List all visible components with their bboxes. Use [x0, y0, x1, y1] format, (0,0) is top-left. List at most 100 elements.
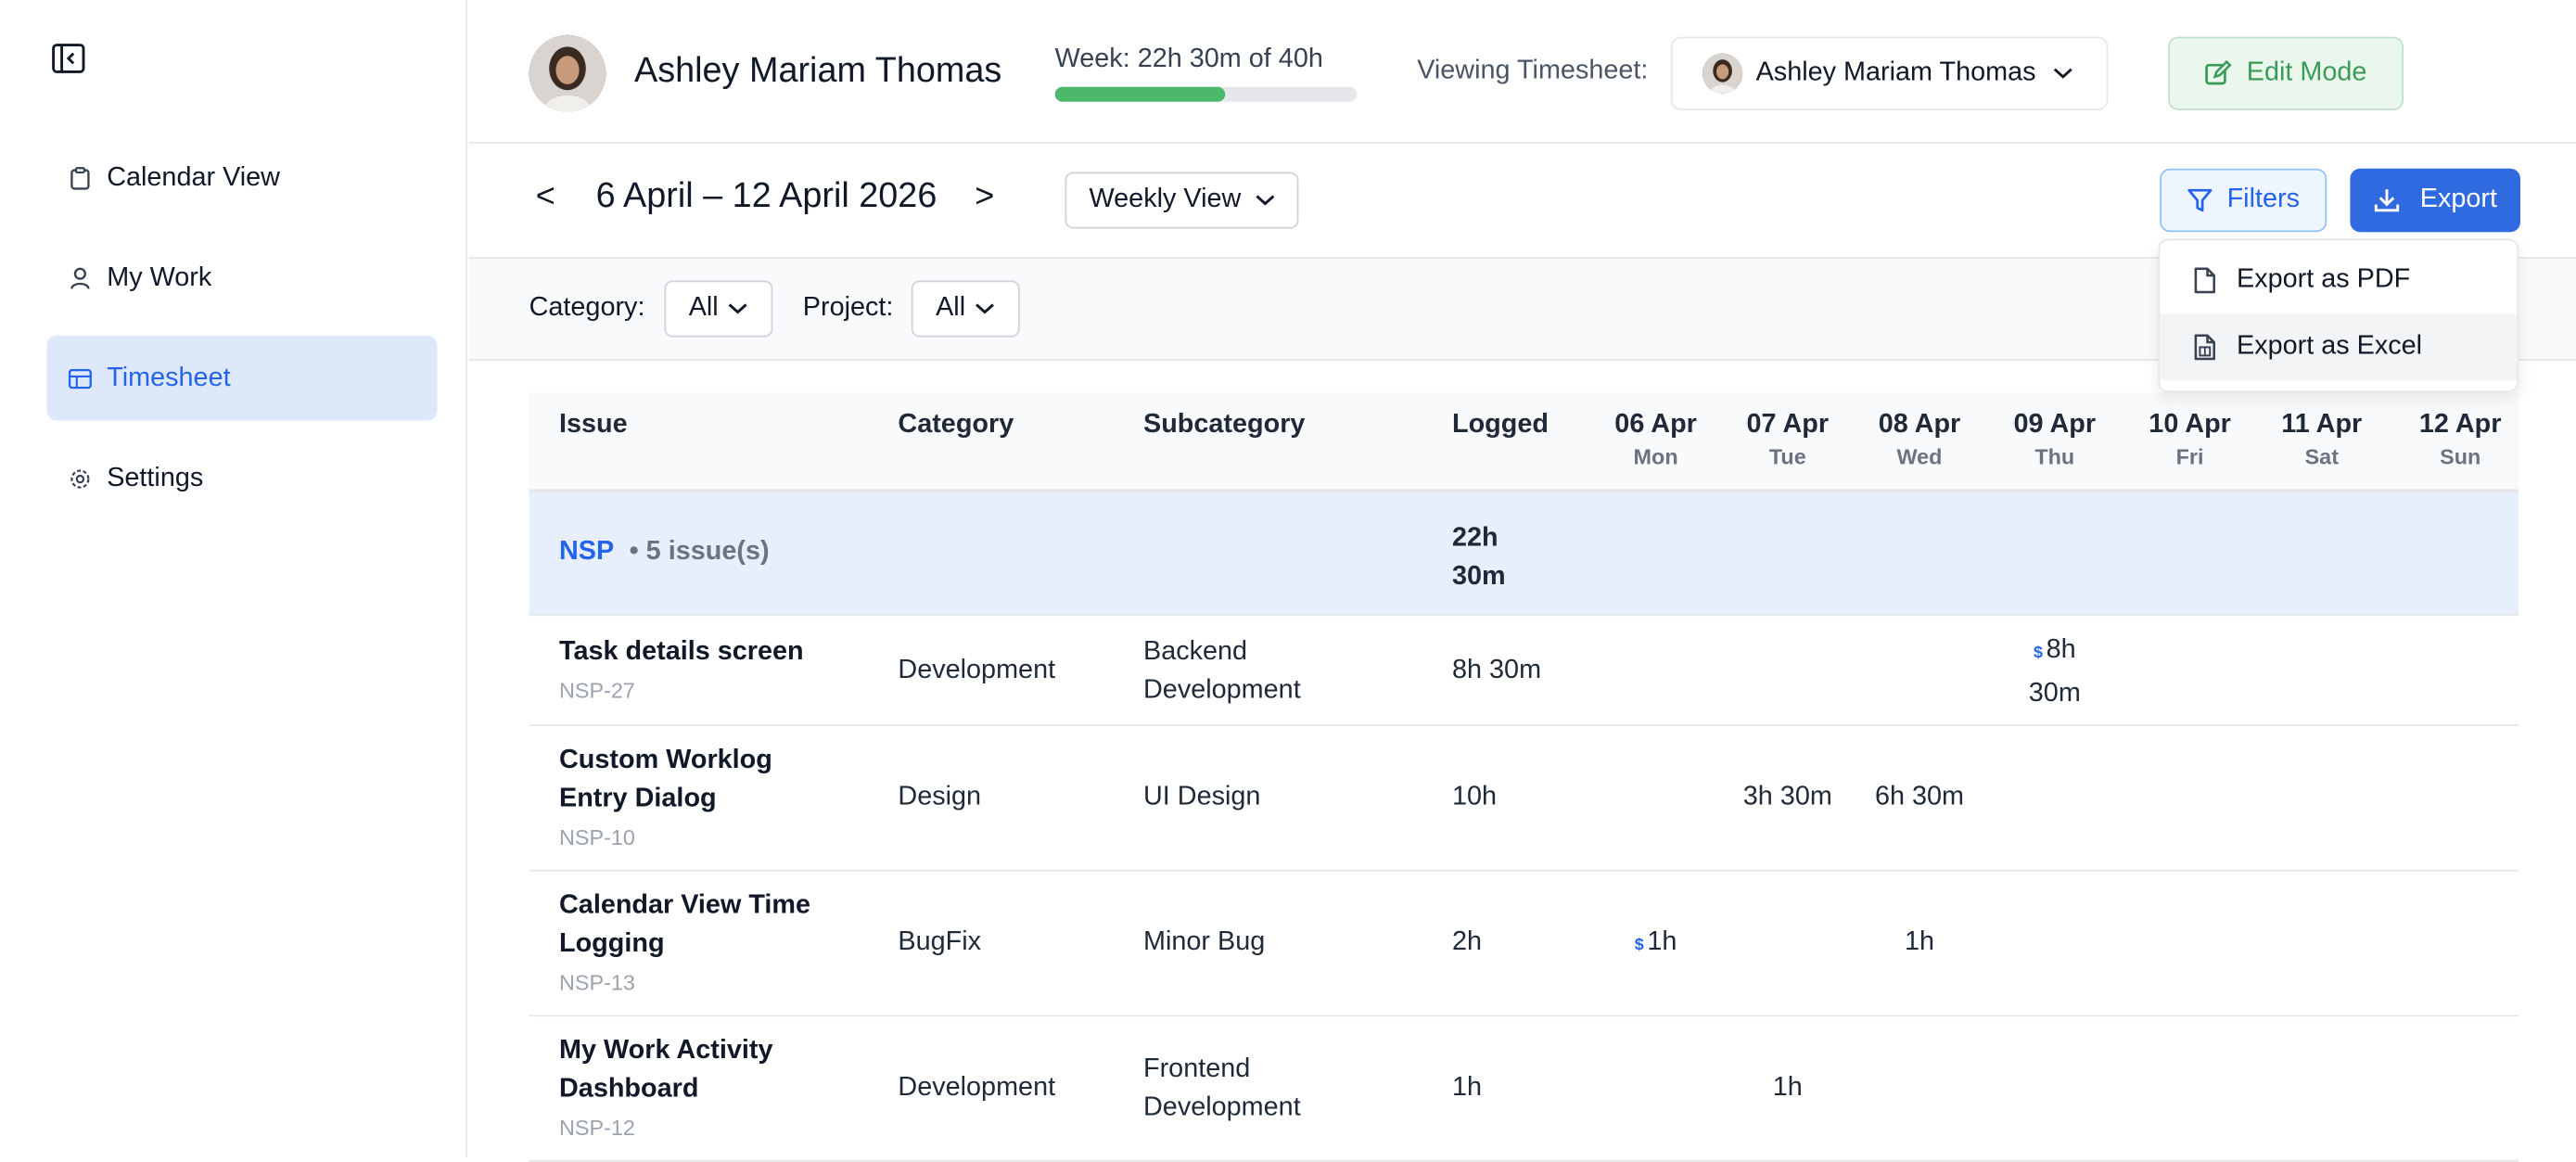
chevron-down-icon [729, 294, 749, 324]
filter-icon [2187, 188, 2213, 212]
day-weekday: Thu [2034, 443, 2075, 469]
day-cell-mon[interactable]: $1h [1589, 923, 1723, 966]
avatar [529, 34, 606, 112]
day-date: 10 Apr [2149, 410, 2231, 440]
header: Ashley Mariam Thomas Week: 22h 30m of 40… [468, 0, 2576, 144]
week-summary: Week: 22h 30m of 40h [1054, 45, 1323, 74]
logged-cell: 10h [1452, 783, 1498, 811]
issue-title[interactable]: Task details screen [559, 638, 804, 667]
project-issue-count: • 5 issue(s) [629, 537, 770, 567]
project-group-name[interactable]: NSP [559, 538, 614, 568]
viewing-user-name: Ashley Mariam Thomas [1755, 58, 2036, 87]
sidebar-item-label: Calendar View [107, 162, 280, 192]
edit-mode-label: Edit Mode [2246, 58, 2367, 87]
project-group-row[interactable]: NSP • 5 issue(s) 22h 30m [529, 492, 2519, 617]
issue-cell: Custom Worklog Entry Dialog NSP-10 [559, 741, 810, 856]
column-header-day: 10 Apr Fri [2123, 411, 2257, 469]
export-label: Export [2419, 185, 2498, 214]
user-name: Ashley Mariam Thomas [634, 51, 1002, 91]
sidebar-collapse-icon[interactable] [50, 40, 87, 77]
logged-cell: 8h 30m [1452, 656, 1542, 684]
export-pdf-item[interactable]: Export as PDF [2160, 247, 2517, 313]
day-date: 12 Apr [2418, 410, 2502, 440]
issue-title[interactable]: Calendar View Time Logging [559, 891, 810, 958]
category-cell: BugFix [898, 927, 982, 957]
column-header-day: 11 Apr Sat [2255, 411, 2389, 469]
day-date: 11 Apr [2281, 410, 2363, 440]
filters-label: Filters [2226, 185, 2301, 214]
day-date: 06 Apr [1614, 410, 1697, 440]
view-select-value: Weekly View [1089, 185, 1242, 214]
week-progress-bar [1054, 86, 1358, 102]
sidebar-nav: Calendar View My Work Timesheet Settings [46, 135, 438, 536]
clipboard-icon [69, 166, 92, 189]
column-header-day: 09 Apr Thu [1988, 411, 2122, 469]
issue-key: NSP-27 [559, 677, 635, 703]
project-filter-select[interactable]: All [911, 280, 1020, 338]
subcategory-cell: Frontend Development [1143, 1054, 1301, 1122]
column-header-day: 12 Apr Sun [2393, 411, 2527, 469]
day-cell-tue[interactable]: 1h [1721, 1068, 1855, 1108]
week-progress-fill [1054, 86, 1225, 102]
table-row[interactable]: Task details screen NSP-27 Development B… [529, 616, 2519, 726]
subcategory-cell: Backend Development [1143, 637, 1301, 705]
export-pdf-label: Export as PDF [2237, 265, 2411, 294]
day-weekday: Sat [2304, 443, 2339, 469]
column-header-issue[interactable]: Issue [559, 411, 628, 441]
sidebar-item-label: Settings [107, 463, 204, 492]
table-row[interactable]: Calendar View Time Logging NSP-13 BugFix… [529, 871, 2519, 1017]
sidebar-item-settings[interactable]: Settings [46, 436, 437, 521]
day-weekday: Tue [1768, 443, 1806, 469]
category-filter-select[interactable]: All [664, 280, 773, 338]
sidebar-item-timesheet[interactable]: Timesheet [46, 335, 438, 421]
day-weekday: Wed [1896, 443, 1943, 469]
sidebar-item-label: Timesheet [107, 363, 231, 392]
table-row[interactable]: Custom Worklog Entry Dialog NSP-10 Desig… [529, 726, 2519, 872]
logged-cell: 1h [1452, 1073, 1483, 1102]
sidebar: Calendar View My Work Timesheet Settings [0, 0, 467, 1157]
day-cell-thu[interactable]: $8h 30m [1988, 631, 2122, 714]
filters-button[interactable]: Filters [2160, 168, 2327, 233]
chevron-down-icon [976, 294, 996, 324]
avatar [1702, 53, 1743, 94]
day-hours: 1h [1647, 927, 1677, 957]
table-row[interactable]: My Work Activity Dashboard NSP-12 Develo… [529, 1016, 2519, 1162]
viewing-timesheet-label: Viewing Timesheet: [1417, 57, 1649, 85]
column-header-logged[interactable]: Logged [1452, 411, 1549, 441]
day-date: 09 Apr [2013, 410, 2097, 440]
sidebar-item-calendar-view[interactable]: Calendar View [46, 135, 437, 221]
issue-cell: My Work Activity Dashboard NSP-12 [559, 1031, 810, 1146]
issue-cell: Task details screen NSP-27 [559, 632, 804, 709]
sidebar-item-my-work[interactable]: My Work [46, 236, 437, 321]
table-header: Issue Category Subcategory Logged 06 Apr… [529, 392, 2519, 492]
issue-title[interactable]: Custom Worklog Entry Dialog [559, 747, 772, 813]
day-weekday: Mon [1633, 443, 1678, 469]
day-date: 07 Apr [1746, 410, 1830, 440]
view-select[interactable]: Weekly View [1065, 172, 1299, 229]
export-excel-item[interactable]: Export as Excel [2160, 313, 2518, 381]
day-cell-wed[interactable]: 6h 30m [1853, 778, 1986, 818]
issue-key: NSP-12 [559, 1115, 635, 1141]
project-filter-label: Project: [802, 293, 894, 323]
day-weekday: Fri [2175, 443, 2204, 469]
issue-key: NSP-13 [559, 969, 635, 995]
project-logged-total: 22h 30m [1452, 524, 1506, 592]
issue-title[interactable]: My Work Activity Dashboard [559, 1037, 772, 1104]
viewing-user-select[interactable]: Ashley Mariam Thomas [1670, 36, 2109, 110]
export-excel-label: Export as Excel [2237, 332, 2423, 361]
billable-icon: $ [1634, 936, 1644, 955]
day-cell-tue[interactable]: 3h 30m [1721, 778, 1855, 818]
day-cell-wed[interactable]: 1h [1853, 923, 1986, 963]
export-button[interactable]: Export [2350, 168, 2520, 233]
column-header-subcategory[interactable]: Subcategory [1143, 411, 1305, 441]
gear-icon [69, 466, 92, 490]
day-weekday: Sun [2440, 443, 2481, 469]
category-filter-value: All [688, 293, 719, 323]
user-icon [69, 266, 92, 289]
next-week-button[interactable]: > [975, 179, 994, 217]
prev-week-button[interactable]: < [536, 179, 555, 217]
issue-key: NSP-10 [559, 824, 635, 850]
column-header-category[interactable]: Category [898, 411, 1014, 441]
edit-mode-button[interactable]: Edit Mode [2168, 36, 2404, 110]
chevron-down-icon [1255, 185, 1275, 215]
